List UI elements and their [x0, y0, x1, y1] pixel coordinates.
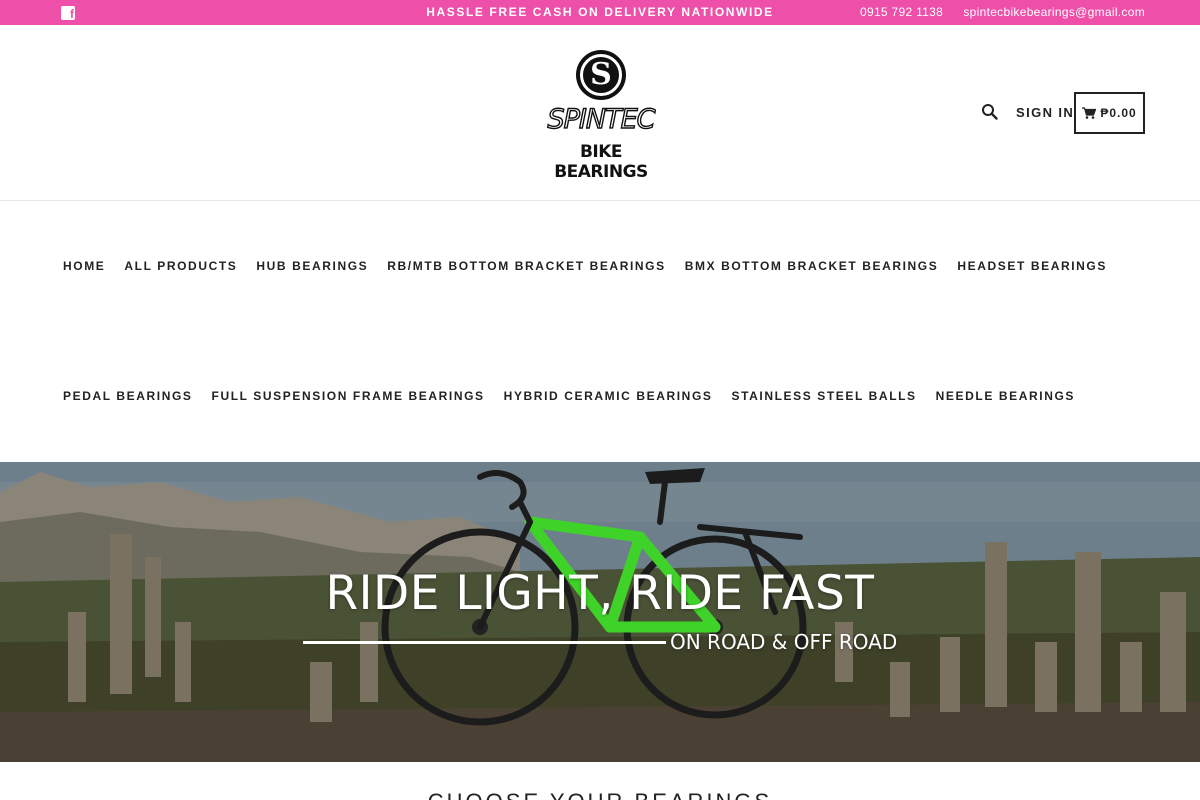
logo-emblem-icon: S — [576, 50, 626, 100]
nav-item-stainless-steel-balls[interactable]: STAINLESS STEEL BALLS — [731, 389, 916, 403]
nav-item-bmx-bottom-bracket[interactable]: BMX BOTTOM BRACKET BEARINGS — [685, 259, 939, 273]
nav-item-home[interactable]: HOME — [63, 259, 105, 273]
search-icon[interactable] — [981, 103, 999, 121]
nav-item-rb-mtb-bottom-bracket[interactable]: RB/MTB BOTTOM BRACKET BEARINGS — [387, 259, 665, 273]
email-link[interactable]: spintecbikebearings@gmail.com — [963, 0, 1145, 25]
hero-banner[interactable]: RIDE LIGHT, RIDE FAST ON ROAD & OFF ROAD — [0, 462, 1200, 762]
nav-row-1: HOME ALL PRODUCTS HUB BEARINGS RB/MTB BO… — [63, 259, 1107, 273]
nav-item-headset-bearings[interactable]: HEADSET BEARINGS — [957, 259, 1107, 273]
site-logo[interactable]: S SPINTEC BIKE BEARINGS — [534, 48, 668, 182]
main-nav: HOME ALL PRODUCTS HUB BEARINGS RB/MTB BO… — [0, 202, 1200, 461]
site-header: S SPINTEC BIKE BEARINGS SIGN IN ₱0.00 — [0, 25, 1200, 201]
nav-item-pedal-bearings[interactable]: PEDAL BEARINGS — [63, 389, 193, 403]
sign-in-link[interactable]: SIGN IN — [1016, 104, 1074, 122]
hero-title: RIDE LIGHT, RIDE FAST — [325, 566, 875, 621]
logo-subtitle: BIKE BEARINGS — [554, 142, 648, 182]
hero-subtitle: ON ROAD & OFF ROAD — [670, 630, 898, 654]
announcement-bar: f HASSLE FREE CASH ON DELIVERY NATIONWID… — [0, 0, 1200, 25]
phone-number[interactable]: 0915 792 1138 — [860, 0, 943, 25]
nav-item-hybrid-ceramic[interactable]: HYBRID CERAMIC BEARINGS — [504, 389, 713, 403]
logo-brand-text: SPINTEC — [547, 103, 656, 135]
cart-icon — [1082, 107, 1097, 119]
cart-button[interactable]: ₱0.00 — [1074, 92, 1145, 134]
nav-item-needle-bearings[interactable]: NEEDLE BEARINGS — [936, 389, 1075, 403]
nav-item-hub-bearings[interactable]: HUB BEARINGS — [256, 259, 368, 273]
cart-total: ₱0.00 — [1100, 106, 1137, 120]
section-title: CHOOSE YOUR BEARINGS — [0, 789, 1200, 800]
nav-row-2: PEDAL BEARINGS FULL SUSPENSION FRAME BEA… — [63, 389, 1075, 403]
hero-divider-line — [303, 641, 666, 644]
nav-item-full-suspension[interactable]: FULL SUSPENSION FRAME BEARINGS — [212, 389, 485, 403]
nav-item-all-products[interactable]: ALL PRODUCTS — [124, 259, 237, 273]
